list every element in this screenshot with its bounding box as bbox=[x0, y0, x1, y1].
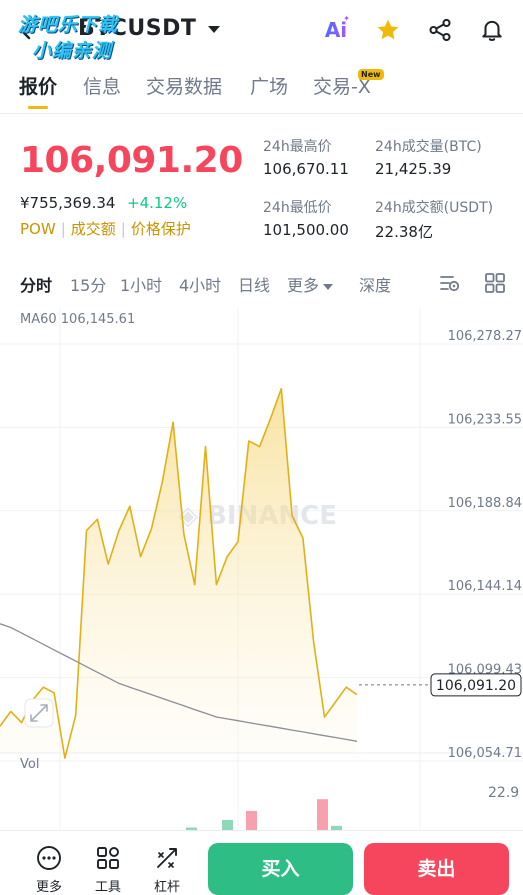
leverage-button[interactable]: 杠杆 bbox=[145, 845, 189, 895]
interval-bar: 分时 15分 1小时 4小时 日线 更多 深度 bbox=[0, 266, 523, 300]
volume-btc-value: 21,425.39 bbox=[375, 160, 452, 178]
current-price-label: 106,091.20 bbox=[436, 678, 516, 694]
pair-dropdown-caret-icon[interactable] bbox=[208, 26, 220, 33]
y-tick-label-1: 106,233.55 bbox=[448, 412, 522, 427]
ma60-label: MA60 106,145.61 bbox=[20, 312, 136, 327]
share-icon bbox=[429, 18, 451, 42]
caret-down-icon bbox=[323, 283, 334, 290]
header: BTCUSDT 游吧乐下载 小编亲测 Ai ✦ bbox=[0, 0, 523, 62]
tag-price-protection[interactable]: 价格保护 bbox=[131, 220, 191, 238]
volume-bar-3 bbox=[317, 799, 328, 830]
watermark-line-2: 小编亲测 bbox=[32, 40, 113, 62]
new-badge: New bbox=[358, 69, 384, 80]
tools-icon bbox=[97, 847, 119, 869]
interval-depth[interactable]: 深度 bbox=[359, 272, 391, 296]
tools-label: 工具 bbox=[94, 880, 121, 895]
interval-4h[interactable]: 4小时 bbox=[179, 272, 221, 296]
y-tick-label-3: 106,144.14 bbox=[448, 579, 522, 594]
price-change-percent: +4.12% bbox=[127, 194, 188, 212]
high-value: 106,670.11 bbox=[263, 160, 349, 178]
favorite-button[interactable] bbox=[374, 16, 402, 44]
detail-tabs: 报价 信息 交易数据 广场 交易-X New bbox=[0, 62, 523, 114]
interval-more[interactable]: 更多 bbox=[287, 272, 334, 296]
layout-grid-icon[interactable] bbox=[484, 272, 506, 294]
tab-info[interactable]: 信息 bbox=[83, 72, 121, 99]
star-icon bbox=[377, 19, 399, 40]
interval-1h[interactable]: 1小时 bbox=[120, 272, 162, 296]
tag-list: POW | 成交额 | 价格保护 bbox=[20, 220, 191, 238]
sparkle-icon: ✦ bbox=[343, 14, 350, 23]
leverage-label: 杠杆 bbox=[153, 880, 180, 895]
low-label: 24h最低价 bbox=[263, 200, 332, 216]
last-price: 106,091.20 bbox=[20, 140, 243, 181]
leverage-icon bbox=[157, 848, 177, 868]
price-chart[interactable]: ◈ BINANCE106,278.27106,233.55106,188.841… bbox=[0, 300, 523, 830]
interval-time-share[interactable]: 分时 bbox=[20, 272, 52, 296]
active-tab-indicator bbox=[28, 106, 48, 109]
tab-trading-data[interactable]: 交易数据 bbox=[146, 72, 222, 99]
sell-button[interactable]: 卖出 bbox=[364, 843, 509, 895]
tools-button[interactable]: 工具 bbox=[86, 845, 130, 895]
volume-btc-label: 24h成交量(BTC) bbox=[375, 139, 482, 155]
bottom-action-bar: 更多 工具 杠杆 买入 卖出 bbox=[0, 830, 523, 895]
volume-usdt-value: 22.38亿 bbox=[375, 223, 433, 241]
tag-turnover[interactable]: 成交额 bbox=[71, 220, 116, 238]
notification-button[interactable] bbox=[478, 16, 506, 44]
price-cny: ¥755,369.34 bbox=[20, 194, 116, 212]
volume-usdt-label: 24h成交额(USDT) bbox=[375, 200, 494, 216]
more-button[interactable]: 更多 bbox=[27, 845, 71, 895]
y-tick-label-2: 106,188.84 bbox=[448, 496, 522, 511]
high-label: 24h最高价 bbox=[263, 139, 332, 155]
y-tick-label-0: 106,278.27 bbox=[448, 329, 522, 344]
site-watermark: 游吧乐下载 小编亲测 bbox=[18, 10, 158, 62]
bell-icon bbox=[482, 20, 502, 42]
volume-bar-2 bbox=[246, 810, 257, 830]
volume-label: Vol bbox=[20, 757, 40, 772]
watermark-line-1: 游吧乐下载 bbox=[18, 14, 119, 36]
ai-assistant-button[interactable]: Ai ✦ bbox=[322, 14, 350, 44]
tab-quote[interactable]: 报价 bbox=[19, 72, 57, 99]
volume-bar-1 bbox=[222, 819, 233, 830]
interval-1d[interactable]: 日线 bbox=[238, 272, 270, 296]
low-value: 101,500.00 bbox=[263, 221, 349, 239]
share-button[interactable] bbox=[426, 16, 454, 44]
tag-pow[interactable]: POW bbox=[20, 220, 56, 238]
interval-15m[interactable]: 15分 bbox=[70, 272, 106, 296]
price-area bbox=[0, 388, 357, 759]
more-label: 更多 bbox=[35, 880, 62, 895]
tab-square[interactable]: 广场 bbox=[250, 72, 288, 99]
more-dots-icon bbox=[37, 846, 61, 870]
volume-max-label: 22.9 bbox=[488, 785, 520, 801]
y-tick-label-5: 106,054.71 bbox=[448, 746, 522, 761]
buy-button[interactable]: 买入 bbox=[208, 843, 353, 895]
interval-more-label: 更多 bbox=[287, 276, 320, 295]
indicator-settings-icon[interactable] bbox=[438, 272, 462, 294]
